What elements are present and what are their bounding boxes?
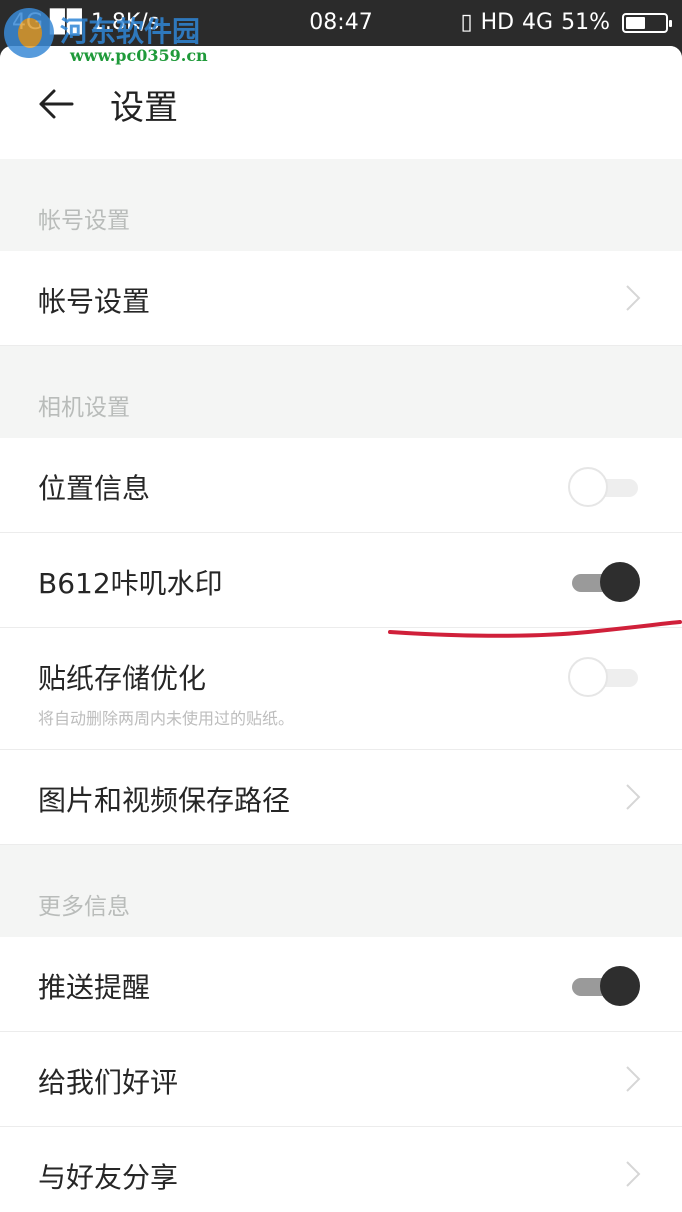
status-right: ▯ HD 4G 51% [460,10,672,35]
toggle-knob [600,966,640,1006]
chevron-right-icon [626,285,641,311]
page-title: 设置 [110,88,178,128]
section-header: 更多信息 [0,845,682,937]
toggle-switch[interactable] [568,561,642,603]
row-label: 帐号设置 [38,285,151,318]
section-label: 相机设置 [38,395,130,421]
row-label: 推送提醒 [38,971,151,1004]
watermark-title: 河东软件园 [60,15,201,48]
chevron-right-icon [626,784,641,810]
settings-row[interactable]: 与好友分享 [0,1127,682,1212]
settings-row[interactable]: 帐号设置 [0,251,682,346]
network-type-right: 4G [522,10,554,35]
settings-row[interactable]: 贴纸存储优化将自动删除两周内未使用过的贴纸。 [0,628,682,750]
toggle-switch[interactable] [568,466,642,508]
row-label: 给我们好评 [38,1066,179,1099]
red-annotation-stroke [388,620,682,638]
row-label: B612咔叽水印 [38,567,223,600]
row-label: 与好友分享 [38,1161,179,1194]
row-subtitle: 将自动删除两周内未使用过的贴纸。 [38,709,295,728]
row-label: 位置信息 [38,472,151,505]
battery-icon [622,12,672,33]
chevron-right-icon [626,1161,641,1187]
vibrate-icon: ▯ [460,10,473,35]
toggle-knob [568,657,608,697]
toggle-knob [600,562,640,602]
section-header: 相机设置 [0,346,682,438]
toggle-knob [568,467,608,507]
watermark-url: www.pc0359.cn [70,46,208,65]
hd-badge: HD [480,10,515,35]
arrow-left-icon[interactable] [36,84,76,124]
toggle-switch[interactable] [568,656,642,698]
battery-percent: 51% [561,10,610,35]
settings-row[interactable]: 推送提醒 [0,937,682,1032]
section-header: 帐号设置 [0,159,682,251]
settings-list: 帐号设置 帐号设置 相机设置 位置信息 B612咔叽水印 贴纸存储优化 将自动删除两周内未使… [0,159,682,1212]
row-label: 贴纸存储优化 [38,662,207,695]
settings-row[interactable]: 图片和视频保存路径 [0,750,682,845]
row-label: 图片和视频保存路径 [38,784,291,817]
section-label: 帐号设置 [38,208,130,234]
watermark-logo [4,8,54,58]
toggle-switch[interactable] [568,965,642,1007]
chevron-right-icon [626,1066,641,1092]
settings-row[interactable]: 位置信息 [0,438,682,533]
watermark: 河东软件园 www.pc0359.cn [4,2,244,66]
section-label: 更多信息 [38,894,130,920]
settings-row[interactable]: 给我们好评 [0,1032,682,1127]
